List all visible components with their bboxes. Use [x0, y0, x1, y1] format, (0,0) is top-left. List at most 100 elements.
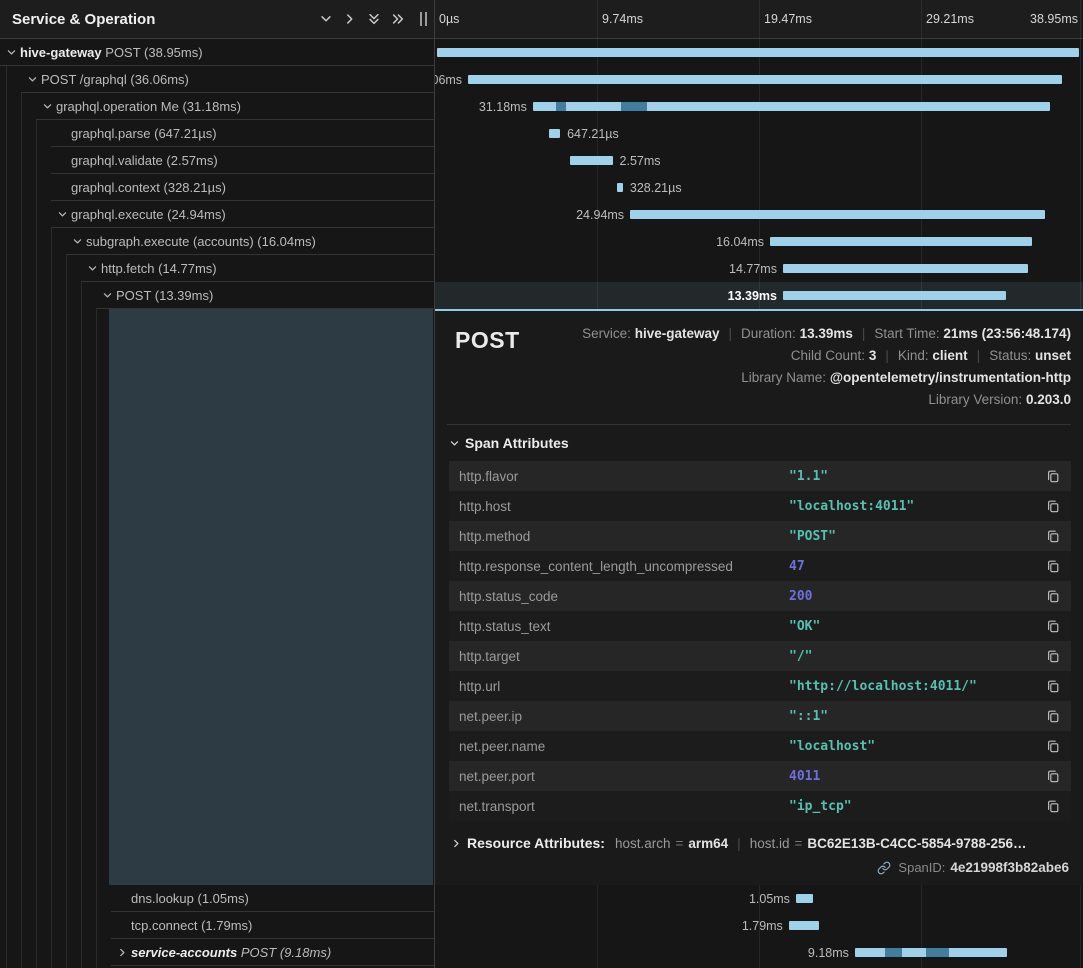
span-bar[interactable]: [789, 921, 819, 930]
attribute-value: "ip_tcp": [789, 799, 1045, 814]
span-bar[interactable]: [855, 948, 1007, 957]
status-value: unset: [1035, 348, 1071, 363]
span-bar[interactable]: [549, 129, 560, 138]
timeline-row[interactable]: 31.18ms: [435, 93, 1083, 120]
attribute-value: "POST": [789, 529, 1045, 544]
copy-icon[interactable]: [1045, 559, 1061, 573]
separator: [737, 836, 741, 851]
double-chevron-down-icon-rotated[interactable]: [386, 7, 410, 31]
timeline-row[interactable]: 14.77ms: [435, 255, 1083, 282]
span-name: POST /graphql (36.06ms): [41, 72, 189, 87]
span-tree-row[interactable]: POST /graphql (36.06ms): [0, 66, 434, 93]
span-attributes-header[interactable]: Span Attributes: [447, 425, 1071, 461]
chevron-down-icon[interactable]: [70, 234, 84, 248]
attribute-value: "localhost": [789, 739, 1045, 754]
copy-icon[interactable]: [1045, 649, 1061, 663]
copy-icon[interactable]: [1045, 769, 1061, 783]
library-name-value: @opentelemetry/instrumentation-http: [830, 370, 1071, 385]
span-tree-row[interactable]: service-accounts POST (9.18ms): [0, 939, 434, 966]
span-tree-row[interactable]: tcp.connect (1.79ms): [0, 912, 434, 939]
span-tree-row[interactable]: http.fetch (14.77ms): [0, 255, 434, 282]
span-name: graphql.validate (2.57ms): [71, 153, 218, 168]
timeline-row[interactable]: 328.21µs: [435, 174, 1083, 201]
span-operation: graphql.parse (647.21µs): [71, 126, 217, 141]
resource-value: BC62E13B-C4CC-5854-9788-256…: [807, 836, 1026, 851]
attribute-key: http.method: [459, 529, 789, 544]
meta-line: Service: hive-gatewayDuration: 13.39msSt…: [520, 323, 1071, 345]
span-bar[interactable]: [468, 75, 1062, 84]
meta-line: Library Name: @opentelemetry/instrumenta…: [520, 367, 1071, 389]
timeline-row[interactable]: [435, 39, 1083, 66]
copy-icon[interactable]: [1045, 529, 1061, 543]
indent-guide: [81, 282, 82, 968]
chevron-down-icon[interactable]: [25, 72, 39, 86]
span-duration-label: 16.04ms: [716, 235, 764, 249]
span-operation: POST (38.95ms): [102, 45, 203, 60]
span-name: hive-gateway POST (38.95ms): [20, 45, 203, 60]
timeline-row[interactable]: 24.94ms: [435, 201, 1083, 228]
attribute-value: "1.1": [789, 469, 1045, 484]
span-name: graphql.operation Me (31.18ms): [56, 99, 241, 114]
link-icon[interactable]: [877, 860, 892, 875]
timeline-row[interactable]: 1.05ms: [435, 885, 1083, 912]
chevron-down-icon: [447, 436, 461, 450]
copy-icon[interactable]: [1045, 469, 1061, 483]
span-tree-row[interactable]: graphql.parse (647.21µs): [0, 120, 434, 147]
child-span-segment: [621, 102, 647, 111]
span-bar[interactable]: [796, 894, 813, 903]
timeline-row[interactable]: 36.06ms: [435, 66, 1083, 93]
ruler-tick-label: 19.47ms: [764, 0, 812, 39]
double-chevron-down-icon[interactable]: [362, 7, 386, 31]
span-bar[interactable]: [533, 102, 1050, 111]
chevron-right-icon[interactable]: [338, 7, 362, 31]
span-bar[interactable]: [570, 156, 613, 165]
chevron-down-icon[interactable]: [314, 7, 338, 31]
span-bar[interactable]: [783, 291, 1006, 300]
span-bar[interactable]: [437, 48, 1079, 57]
ruler-tick-label: 0µs: [439, 0, 459, 39]
timeline-row-selected[interactable]: 13.39ms: [435, 282, 1083, 309]
span-name: graphql.execute (24.94ms): [71, 207, 226, 222]
attribute-key: net.peer.ip: [459, 709, 789, 724]
span-tree-row[interactable]: dns.lookup (1.05ms): [0, 885, 434, 912]
timeline-row[interactable]: 647.21µs: [435, 120, 1083, 147]
resource-attributes-row[interactable]: Resource Attributes: host.archarm64 host…: [447, 835, 1071, 851]
span-name: service-accounts POST (9.18ms): [131, 945, 331, 960]
timeline-row[interactable]: 2.57ms: [435, 147, 1083, 174]
chevron-down-icon[interactable]: [55, 207, 69, 221]
span-operation: http.fetch (14.77ms): [101, 261, 217, 276]
timeline-row[interactable]: 9.18ms: [435, 939, 1083, 966]
span-duration-label: 1.79ms: [742, 919, 783, 933]
span-bar[interactable]: [783, 264, 1028, 273]
span-tree-row[interactable]: graphql.validate (2.57ms): [0, 147, 434, 174]
copy-icon[interactable]: [1045, 679, 1061, 693]
span-tree-row[interactable]: graphql.operation Me (31.18ms): [0, 93, 434, 120]
span-tree-row[interactable]: graphql.execute (24.94ms): [0, 201, 434, 228]
panel-resize-handle[interactable]: [418, 12, 428, 26]
span-bar[interactable]: [630, 210, 1045, 219]
copy-icon[interactable]: [1045, 799, 1061, 813]
span-bar[interactable]: [617, 183, 623, 192]
copy-icon[interactable]: [1045, 589, 1061, 603]
span-tree-panel: Service & Operation hive-gateway POST (3…: [0, 0, 435, 968]
resource-key: host.id: [750, 836, 790, 851]
child-count-value: 3: [869, 348, 877, 363]
chevron-down-icon[interactable]: [4, 45, 18, 59]
indent-guide: [96, 309, 97, 968]
span-tree-row-selected[interactable]: POST (13.39ms): [0, 282, 434, 309]
span-tree-row[interactable]: subgraph.execute (accounts) (16.04ms): [0, 228, 434, 255]
timeline-row[interactable]: 1.79ms: [435, 912, 1083, 939]
copy-icon[interactable]: [1045, 739, 1061, 753]
copy-icon[interactable]: [1045, 619, 1061, 633]
chevron-down-icon[interactable]: [100, 288, 114, 302]
copy-icon[interactable]: [1045, 709, 1061, 723]
span-tree-row[interactable]: graphql.context (328.21µs): [0, 174, 434, 201]
chevron-right-icon[interactable]: [115, 945, 129, 959]
chevron-down-icon[interactable]: [85, 261, 99, 275]
copy-icon[interactable]: [1045, 499, 1061, 513]
attribute-row: net.transport"ip_tcp": [449, 791, 1071, 821]
span-bar[interactable]: [770, 237, 1032, 246]
span-tree-row[interactable]: hive-gateway POST (38.95ms): [0, 39, 434, 66]
chevron-down-icon[interactable]: [40, 99, 54, 113]
timeline-row[interactable]: 16.04ms: [435, 228, 1083, 255]
